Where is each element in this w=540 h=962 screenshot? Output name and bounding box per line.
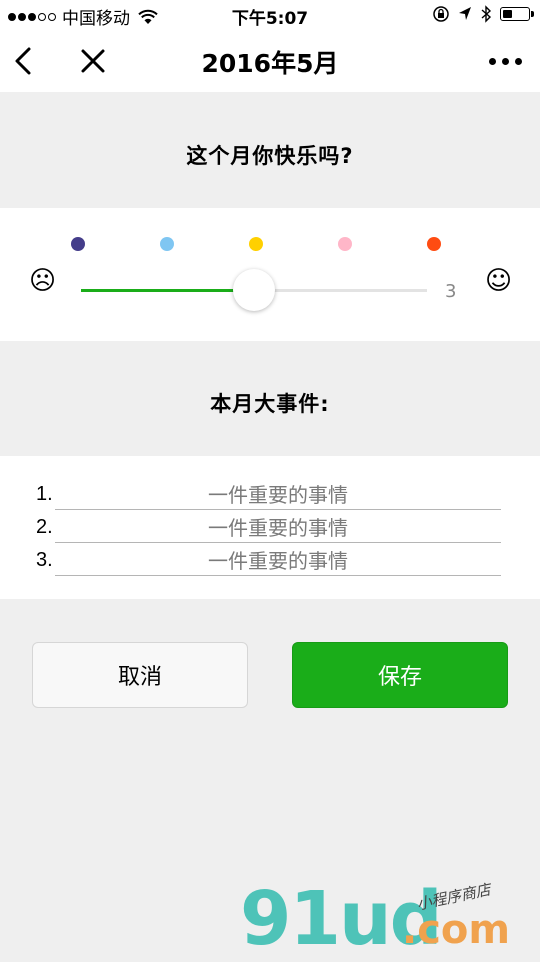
- watermark-logo: 91ud 小程序商店 .com: [240, 880, 530, 960]
- rotation-lock-icon: [433, 6, 449, 22]
- carrier-label: 中国移动: [62, 9, 130, 29]
- mood-level-dot: [249, 237, 263, 251]
- bluetooth-icon: [481, 5, 492, 23]
- status-bar: 中国移动 下午5:07: [0, 0, 540, 30]
- close-icon[interactable]: [78, 46, 108, 76]
- events-panel: 1. 2. 3.: [0, 456, 540, 599]
- event-row: 2.: [36, 514, 502, 544]
- mood-level-dot: [338, 237, 352, 251]
- signal-strength-icon: [8, 12, 56, 21]
- events-title: 本月大事件:: [210, 392, 330, 416]
- event-number: 3.: [36, 549, 53, 571]
- event-row: 3.: [36, 547, 502, 577]
- save-button[interactable]: 保存: [292, 642, 508, 708]
- event-input-2[interactable]: [55, 514, 501, 543]
- mood-question: 这个月你快乐吗?: [186, 144, 354, 168]
- mood-level-dot: [71, 237, 85, 251]
- location-arrow-icon: [459, 7, 471, 20]
- watermark-domain: .com: [402, 907, 511, 953]
- event-input-3[interactable]: [55, 547, 501, 576]
- mood-level-dot: [160, 237, 174, 251]
- mood-panel: ☹ 3 ☺: [0, 208, 540, 341]
- mood-slider-fill: [81, 289, 254, 292]
- mood-value: 3: [445, 281, 457, 302]
- event-row: 1.: [36, 481, 502, 511]
- wifi-icon: [138, 9, 158, 24]
- sad-face-icon: ☹: [29, 266, 57, 296]
- cancel-button[interactable]: 取消: [32, 642, 248, 708]
- mood-level-dot: [427, 237, 441, 251]
- event-number: 2.: [36, 516, 53, 538]
- event-input-1[interactable]: [55, 481, 501, 510]
- back-arrow-icon[interactable]: [10, 44, 40, 78]
- happy-face-icon: ☺: [485, 266, 513, 296]
- more-options-icon[interactable]: [489, 58, 522, 65]
- event-number: 1.: [36, 483, 53, 505]
- nav-bar: 2016年5月: [0, 30, 540, 92]
- mood-slider-thumb[interactable]: [233, 269, 275, 311]
- battery-icon: [500, 7, 534, 21]
